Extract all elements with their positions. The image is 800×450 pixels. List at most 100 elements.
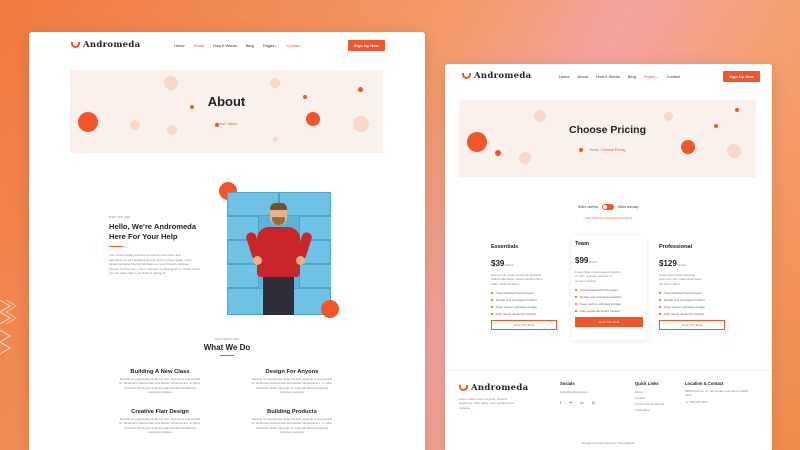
person-fist-right (296, 256, 305, 265)
plan-price: $99/Month (575, 250, 643, 268)
person-hair (270, 203, 287, 210)
menu-contact[interactable]: Contact (667, 74, 681, 79)
menu-contact[interactable]: Contact (287, 43, 301, 48)
menu-how-it-works[interactable]: How It Works (213, 43, 237, 48)
chevron-down-icon: ⌄ (655, 73, 659, 79)
footer: Andromeda Lorem ipsum dolor sit amet, co… (445, 370, 772, 450)
menu-about[interactable]: About (578, 74, 588, 79)
plan-card-professional: Professional $129/Month Class aptent tac… (655, 240, 729, 336)
plan-desc-line: ullam, euismod libero (491, 281, 520, 286)
phone-number[interactable]: +1 754 550 0357 (685, 400, 765, 404)
grab-deal-button[interactable]: Grab This Deal (659, 320, 725, 331)
billed-annually-label[interactable]: Billed annually (618, 205, 639, 209)
plan-price: $129/Month (659, 253, 725, 271)
bullet-icon (659, 299, 661, 302)
bullet-icon (491, 313, 493, 316)
twitter-icon[interactable]: ✦ (569, 400, 572, 405)
footer-heading: Socials (560, 381, 575, 386)
instagram-icon[interactable]: ◎ (592, 400, 596, 405)
signup-button[interactable]: Sign Up Now (348, 39, 385, 51)
menu-pages[interactable]: Pages⌄ (644, 74, 659, 79)
billing-switch[interactable] (602, 204, 615, 210)
signup-button[interactable]: Sign Up Now (723, 70, 760, 82)
plan-card-essentials: Essentials $39/Month Nam ac elit a ante … (487, 240, 561, 336)
plan-name: Essentials (491, 244, 519, 250)
plan-desc: Nam ac elit a ante commodo tincidunt. Nu… (491, 273, 557, 286)
footer-heading: Location & Contact (685, 381, 724, 386)
section-label: OUR SERVICES (214, 337, 240, 341)
person-shirt (257, 227, 300, 277)
feature-text: Keep work in unlimited storage (664, 305, 706, 310)
footer-email[interactable]: hello@andromeda.io (560, 390, 595, 394)
footer-about: Andromeda Lorem ipsum dolor sit amet, co… (459, 383, 544, 410)
menu-pages-label: Pages (643, 73, 656, 79)
breadcrumb-home[interactable]: Home (216, 122, 225, 126)
plan-feature: Design and prototype powerful (659, 298, 725, 302)
footer-location: Location & Contact 2058 Flambay Ct, Domi… (685, 381, 765, 404)
plan-feature: Track Related Plan Program (659, 291, 725, 295)
price-period: /Month (676, 263, 686, 267)
headline-underline (109, 246, 123, 248)
menu-home[interactable]: Home (559, 74, 570, 79)
person-fist-left (253, 256, 262, 265)
decor-dot (735, 108, 739, 112)
feature-text: Design and prototype powerful (496, 298, 537, 303)
page-title: Choose Pricing (568, 124, 646, 136)
footer-socials: Socials hello@andromeda.io f ✦ in ◎ (560, 381, 595, 405)
menu-about[interactable]: About (194, 43, 204, 48)
services-header: OUR SERVICES What We Do (29, 337, 425, 357)
linkedin-icon[interactable]: in (580, 400, 583, 405)
footer-about-text: Lorem ipsum dolor sit amet, consect adip… (459, 397, 544, 410)
billed-monthly-label[interactable]: Billed monthly (578, 205, 598, 209)
service-card: Creative Flair Design Decade of engineer… (109, 409, 211, 435)
plan-desc-line: ornare interdum (575, 278, 597, 283)
plan-name: Team (575, 241, 589, 247)
logo-text: Andromeda (83, 40, 141, 50)
breadcrumb-current: Choose Pricing (601, 148, 626, 152)
service-desc: Decade of engineering under his belt, Je… (109, 417, 211, 435)
feature-text: Design and prototype powerful (580, 295, 621, 300)
footer-logo[interactable]: Andromeda (459, 383, 544, 393)
logo[interactable]: Andromeda (71, 40, 140, 50)
plan-feature: Track Related Plan Program (491, 291, 557, 295)
headline-line-2: Here For Your Help (109, 232, 178, 242)
price-amount: $39 (491, 259, 505, 268)
bullet-icon (575, 303, 577, 306)
grab-deal-button[interactable]: Grab This Deal (575, 317, 643, 328)
about-headline: Hello, We're Andromeda Here For Your Hel… (109, 222, 219, 242)
menu-how-it-works[interactable]: How It Works (596, 74, 620, 79)
bullet-icon (659, 292, 661, 295)
service-desc-line: complete solutions (279, 390, 305, 395)
plan-feature: Add people document himself (659, 312, 725, 316)
logo-icon (71, 42, 80, 48)
grab-deal-button[interactable]: Grab This Deal (491, 320, 557, 331)
facebook-icon[interactable]: f (560, 400, 561, 405)
plan-name: Professional (659, 244, 693, 250)
plan-feature: Design and prototype powerful (491, 298, 557, 302)
location-text: 2058 Flambay Ct, Dominique Connecticut 6… (685, 389, 765, 404)
menu-blog[interactable]: Blog (628, 74, 636, 79)
service-desc: Decade of engineering under his belt, Je… (241, 377, 343, 395)
bullet-icon (491, 292, 493, 295)
plan-feature: Track Related Plan Program (575, 288, 643, 292)
top-nav: Andromeda Home About How It Works Blog P… (445, 65, 772, 87)
about-text-block: WHO WE ARE Hello, We're Andromeda Here F… (109, 215, 219, 275)
price-period: /Month (504, 263, 514, 267)
menu-home[interactable]: Home (174, 43, 185, 48)
feature-text: Add people document himself (496, 312, 536, 317)
breadcrumb-current: About (227, 122, 238, 126)
breadcrumb-home[interactable]: Home (590, 148, 599, 152)
logo-icon (462, 73, 471, 79)
menu-pages[interactable]: Pages⌄ (263, 43, 278, 48)
logo[interactable]: Andromeda (462, 71, 531, 81)
feature-text: Track Related Plan Program (580, 288, 618, 293)
footer-link[interactable]: Changelog (635, 407, 664, 413)
menu-blog[interactable]: Blog (246, 43, 254, 48)
footer-about-line: molestie (459, 405, 471, 410)
pricing-page-screenshot: Andromeda Home About How It Works Blog P… (445, 64, 772, 450)
section-label: WHO WE ARE (109, 215, 131, 219)
plan-feature: Add people document himself (575, 309, 643, 313)
service-title: Creative Flair Design (131, 409, 189, 415)
team-photo (227, 192, 331, 315)
zigzag-decoration (0, 299, 17, 355)
